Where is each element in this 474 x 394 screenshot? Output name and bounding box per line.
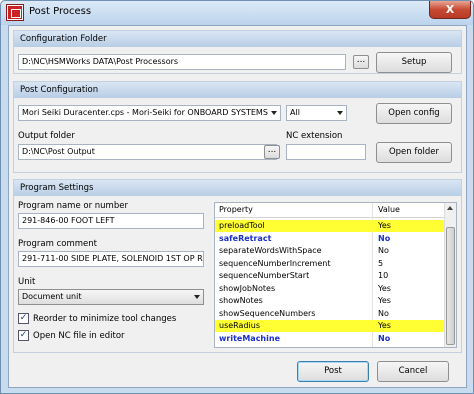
- property-value[interactable]: No: [378, 309, 389, 318]
- dialog-body: Configuration Folder D:\NC\HSMWorks DATA…: [8, 25, 467, 388]
- property-name: sequenceNumberStart: [219, 271, 310, 280]
- property-row[interactable]: showNotes Yes: [215, 295, 444, 307]
- property-name: sequenceNumberIncrement: [219, 258, 331, 268]
- property-row[interactable]: writeMachine No: [215, 333, 444, 345]
- property-value[interactable]: 5: [378, 259, 383, 268]
- post-filter-select[interactable]: All: [286, 105, 347, 121]
- property-value[interactable]: No: [378, 334, 390, 343]
- setup-button[interactable]: Setup: [376, 52, 452, 73]
- property-name: preloadTool: [219, 221, 265, 230]
- program-settings-header: Program Settings: [14, 180, 461, 196]
- program-comment-field[interactable]: 291-711-00 SIDE PLATE, SOLENOID 1ST OP R…: [18, 251, 204, 267]
- nc-extension-label: NC extension: [286, 131, 343, 141]
- reorder-label: Reorder to minimize tool changes: [33, 314, 177, 324]
- post-configuration-group: Post Configuration Mori Seiki Duracenter…: [13, 81, 462, 173]
- configuration-folder-header: Configuration Folder: [14, 31, 461, 47]
- chevron-down-icon: [271, 111, 277, 115]
- property-name: showJobNotes: [219, 283, 276, 293]
- property-row[interactable]: safeRetract No: [215, 233, 444, 245]
- properties-grid[interactable]: Property Value preloadTool Yes safeRetract…: [214, 202, 457, 348]
- app-logo-icon: [7, 5, 23, 20]
- properties-scrollbar[interactable]: [444, 203, 456, 347]
- scroll-up-icon[interactable]: [447, 206, 453, 210]
- program-comment-label: Program comment: [18, 239, 97, 249]
- property-row[interactable]: showSequenceNumbers No: [215, 308, 444, 320]
- output-folder-browse-button[interactable]: ...: [264, 145, 280, 159]
- open-nc-label: Open NC file in editor: [33, 331, 125, 341]
- reorder-checkbox[interactable]: ✓: [18, 313, 29, 324]
- property-value[interactable]: No: [378, 234, 390, 243]
- title-bar[interactable]: Post Process X: [1, 1, 473, 25]
- config-folder-path-field[interactable]: D:\NC\HSMWorks DATA\Post Processors: [18, 54, 346, 70]
- property-name: separateWordsWithSpace: [219, 246, 322, 255]
- program-name-field[interactable]: 291-846-00 FOOT LEFT: [18, 213, 204, 229]
- cancel-button[interactable]: Cancel: [377, 361, 449, 382]
- config-folder-browse-button[interactable]: ...: [353, 55, 369, 69]
- property-name: useRadius: [219, 321, 260, 330]
- post-configuration-header: Post Configuration: [14, 82, 461, 98]
- unit-label: Unit: [18, 277, 36, 287]
- property-row[interactable]: useRadius Yes: [215, 320, 444, 332]
- post-processor-select[interactable]: Mori Seiki Duracenter.cps - Mori-Seiki f…: [18, 105, 281, 121]
- property-name: showSequenceNumbers: [219, 308, 316, 318]
- property-row[interactable]: showJobNotes Yes: [215, 283, 444, 295]
- nc-extension-field[interactable]: [286, 144, 366, 160]
- window-title: Post Process: [29, 6, 92, 17]
- property-row[interactable]: sequenceNumberStart 10: [215, 270, 444, 282]
- property-row[interactable]: separateWordsWithSpace No: [215, 245, 444, 257]
- property-column-header: Property: [219, 205, 253, 214]
- post-button[interactable]: Post: [297, 361, 369, 382]
- property-name: showNotes: [219, 296, 263, 305]
- properties-grid-header: Property Value: [215, 203, 456, 218]
- chevron-down-icon: [337, 111, 343, 115]
- open-folder-button[interactable]: Open folder: [376, 142, 452, 163]
- output-folder-label: Output folder: [18, 131, 75, 141]
- unit-select[interactable]: Document unit: [18, 289, 204, 305]
- property-row[interactable]: sequenceNumberIncrement 5: [215, 258, 444, 270]
- configuration-folder-group: Configuration Folder D:\NC\HSMWorks DATA…: [13, 30, 462, 74]
- program-name-label: Program name or number: [18, 201, 128, 211]
- open-nc-checkbox[interactable]: ✓: [18, 330, 29, 341]
- unit-value: Document unit: [22, 292, 82, 301]
- value-column-header: Value: [378, 205, 400, 214]
- post-process-window: Post Process X Configuration Folder D:\N…: [0, 0, 474, 394]
- property-name: safeRetract: [219, 233, 272, 243]
- property-value[interactable]: No: [378, 246, 389, 255]
- property-value[interactable]: Yes: [378, 296, 391, 305]
- program-settings-group: Program Settings Program name or number …: [13, 179, 462, 353]
- close-button[interactable]: X: [429, 1, 471, 19]
- open-config-button[interactable]: Open config: [376, 103, 452, 124]
- property-value[interactable]: Yes: [378, 321, 391, 330]
- chevron-down-icon: [194, 295, 200, 299]
- output-folder-field[interactable]: D:\NC\Post Output: [18, 144, 277, 160]
- post-filter-value: All: [290, 108, 300, 117]
- property-value[interactable]: Yes: [378, 221, 391, 230]
- property-value[interactable]: 10: [378, 271, 388, 280]
- property-row[interactable]: preloadTool Yes: [215, 220, 444, 232]
- post-processor-value: Mori Seiki Duracenter.cps - Mori-Seiki f…: [22, 108, 268, 117]
- scrollbar-thumb[interactable]: [446, 227, 455, 345]
- property-value[interactable]: Yes: [378, 284, 391, 293]
- property-name: writeMachine: [219, 333, 280, 343]
